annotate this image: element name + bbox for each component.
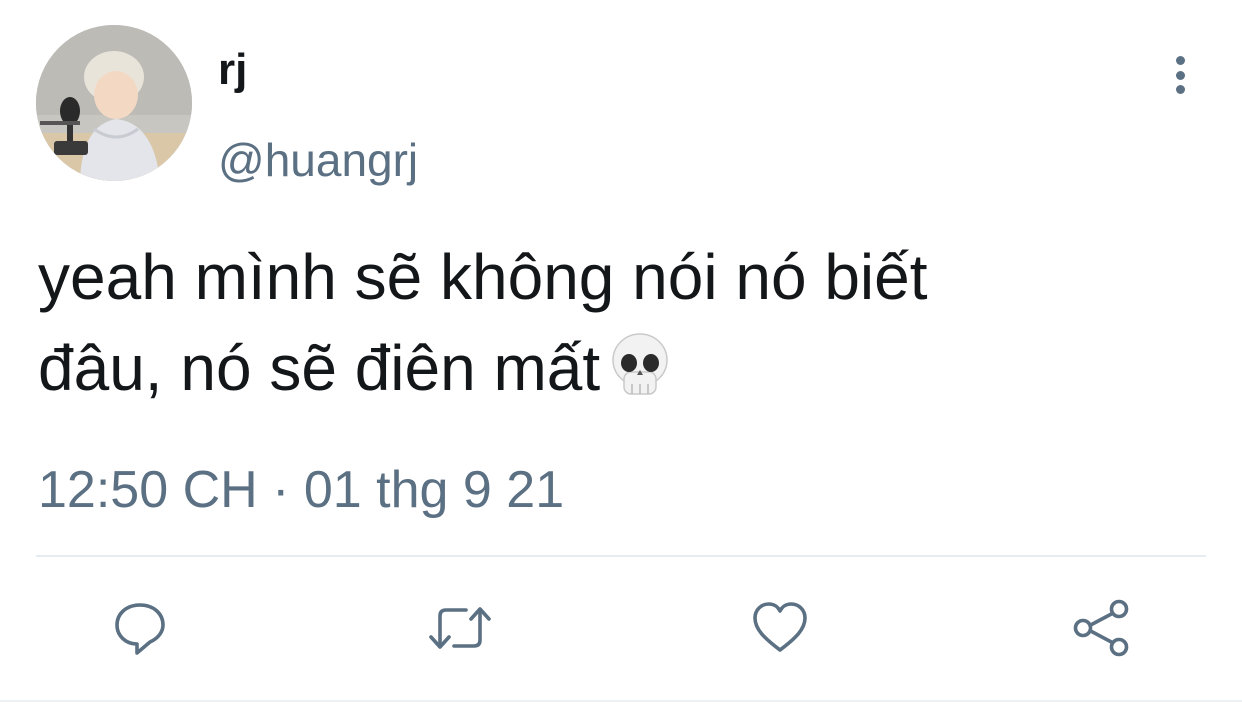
tweet-card: rj @huangrj yeah mình sẽ không nói nó bi… [0,0,1242,720]
avatar-photo [36,25,192,181]
share-button[interactable] [1070,596,1134,660]
like-button[interactable] [748,596,812,660]
reply-button[interactable] [108,596,172,660]
tweet-timestamp[interactable]: 12:50 CH · 01 thg 9 21 [38,460,564,520]
tweet-text-line: đâu, nó sẽ điên mất [38,332,601,404]
avatar[interactable] [36,25,192,181]
more-dot-icon [1175,70,1185,80]
more-options-button[interactable] [1160,52,1200,98]
action-bar [0,596,1242,660]
share-nodes-icon [1073,599,1129,657]
retweet-arrows-icon [429,607,491,649]
bottom-divider [0,700,1242,702]
display-name[interactable]: rj [218,44,247,96]
tweet-text: yeah mình sẽ không nói nó biết đâu, nó s… [38,232,1188,426]
tweet-text-line: yeah mình sẽ không nói nó biết [38,241,928,313]
speech-bubble-icon [115,603,165,655]
retweet-button[interactable] [428,596,492,660]
more-dot-icon [1175,85,1185,94]
skull-emoji-icon [610,332,670,426]
user-handle[interactable]: @huangrj [218,132,418,188]
more-dot-icon [1175,56,1185,65]
divider [36,555,1206,557]
tweet-text-line-2: đâu, nó sẽ điên mất [38,323,1188,426]
heart-icon [753,602,807,652]
